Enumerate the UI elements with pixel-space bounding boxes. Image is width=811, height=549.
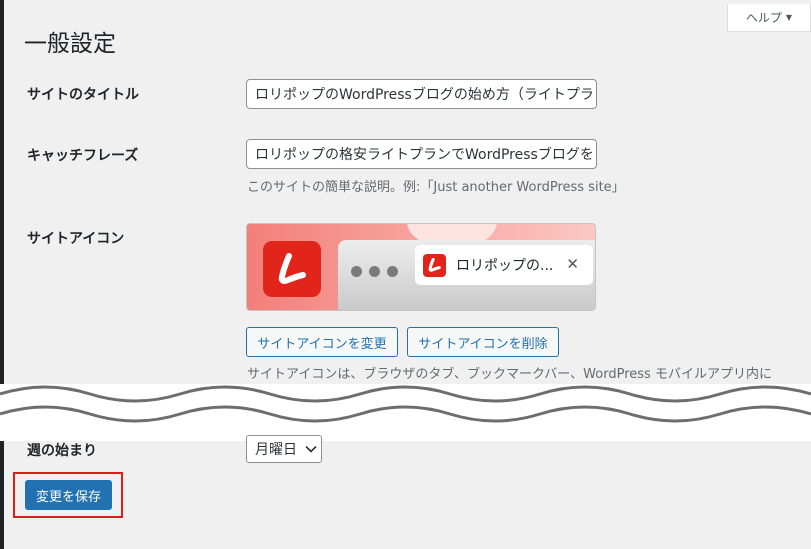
tagline-description: このサイトの簡単な説明。例:「Just another WordPress si…: [247, 180, 625, 195]
browser-mockup: ロリポップの... ✕: [338, 240, 595, 310]
admin-sidebar-edge: [0, 0, 4, 384]
site-title-input[interactable]: ロリポップのWordPressブログの始め方（ライトプラ: [246, 79, 597, 109]
browser-dot-icon: [369, 266, 380, 277]
week-start-label: 週の始まり: [27, 443, 97, 459]
section-break-wave: [0, 384, 811, 441]
admin-sidebar-edge-lower: [0, 441, 4, 549]
close-icon: ✕: [566, 255, 579, 273]
chevron-down-icon: [305, 445, 317, 453]
week-start-select[interactable]: 月曜日: [246, 435, 322, 463]
help-label: ヘルプ: [745, 11, 782, 25]
week-start-selected: 月曜日: [255, 442, 297, 458]
change-site-icon-button[interactable]: サイトアイコンを変更: [246, 327, 398, 357]
site-icon-description: サイトアイコンは、ブラウザのタブ、ブックマークバー、WordPress モバイル…: [247, 367, 772, 382]
site-title-label: サイトのタイトル: [27, 87, 139, 103]
browser-tab: ロリポップの... ✕: [415, 245, 593, 285]
browser-dot-icon: [387, 266, 398, 277]
page-title: 一般設定: [24, 31, 116, 57]
lolipop-favicon-icon: [423, 253, 446, 277]
help-tab-button[interactable]: ヘルプ ▼: [727, 4, 811, 32]
browser-tab-title: ロリポップの...: [456, 258, 554, 274]
tagline-label: キャッチフレーズ: [27, 148, 139, 164]
caret-down-icon: ▼: [785, 13, 793, 22]
remove-site-icon-button[interactable]: サイトアイコンを削除: [407, 327, 559, 357]
lolipop-logo-icon: [263, 241, 321, 297]
save-changes-button[interactable]: 変更を保存: [25, 480, 112, 510]
tagline-input[interactable]: ロリポップの格安ライトプランでWordPressブログを: [246, 139, 597, 169]
site-icon-preview: ロリポップの... ✕: [246, 223, 596, 311]
browser-dot-icon: [351, 266, 362, 277]
site-icon-label: サイトアイコン: [27, 231, 125, 247]
